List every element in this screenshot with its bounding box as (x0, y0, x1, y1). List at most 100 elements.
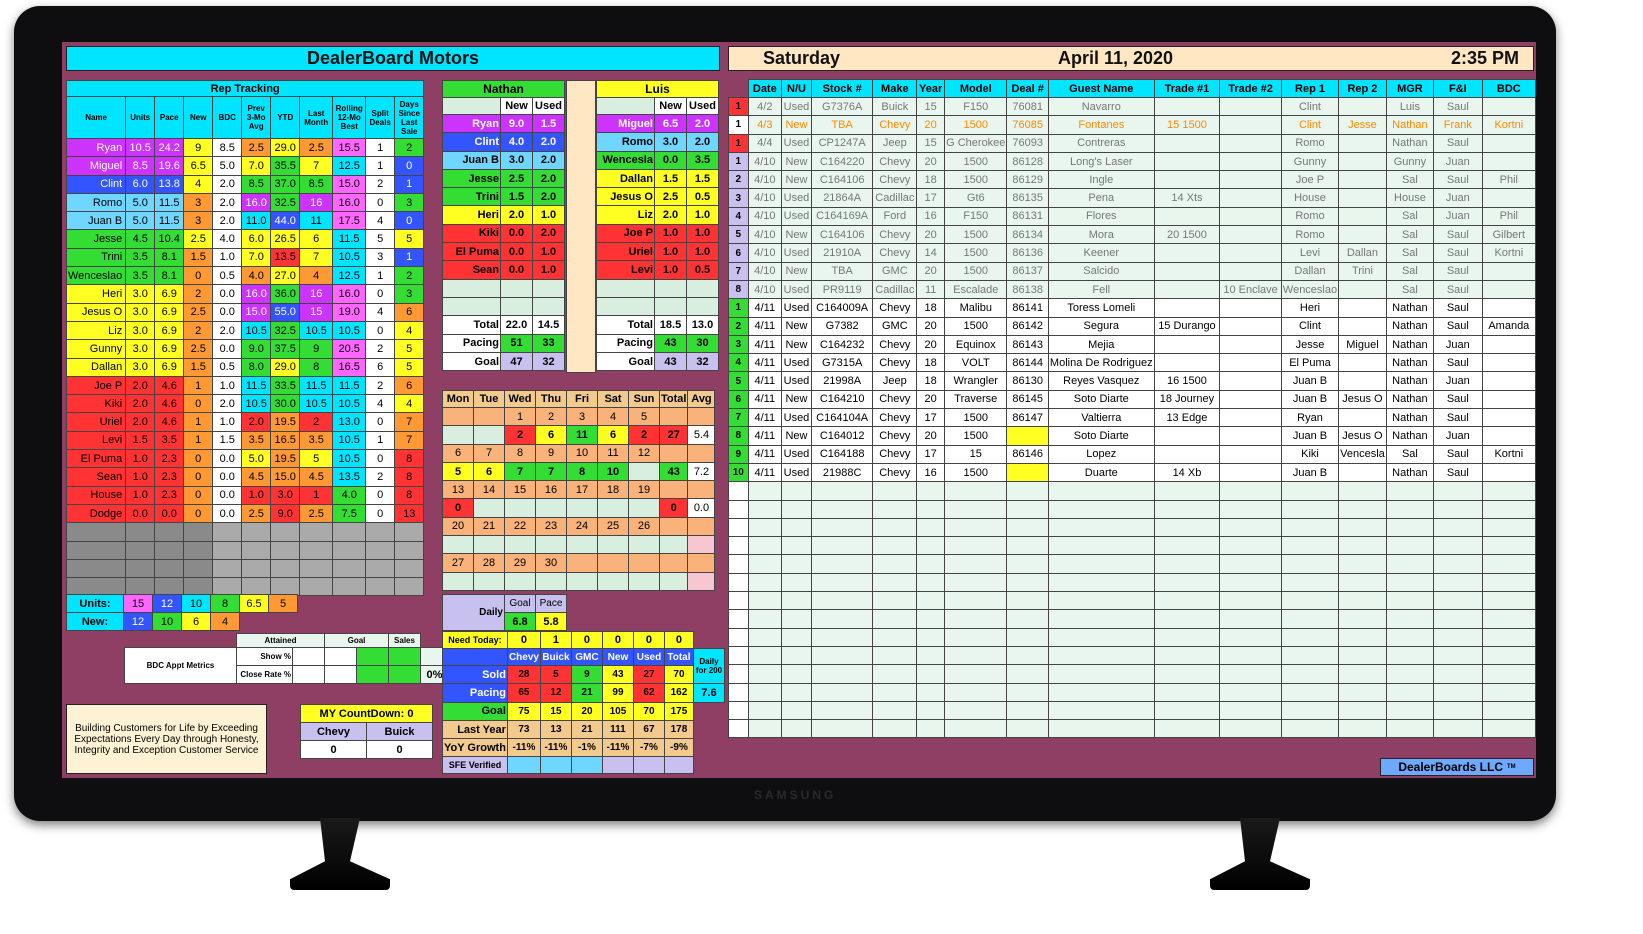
monitor-stand-right (1210, 818, 1310, 890)
deal-number: 1 (728, 133, 749, 153)
rep-stat: 3.5 (154, 430, 185, 451)
empty-cell (781, 517, 812, 538)
brand-stat: 20 (570, 701, 603, 721)
deal-cell: Kiki (1280, 444, 1340, 464)
need-today-value: 0 (601, 631, 634, 649)
footer-brand: DealerBoards LLC (1398, 760, 1504, 774)
rep-stat: 6 (394, 302, 425, 322)
team-rep-used: 0.5 (686, 260, 719, 280)
team-rep-name: Romo (596, 132, 655, 152)
deal-cell (1481, 133, 1536, 153)
team-rep-new: 0.0 (500, 242, 533, 262)
deal-cell: 76085 (1006, 115, 1049, 135)
team-rep-new: 2.0 (654, 205, 687, 225)
brand-col-header: Total (663, 648, 694, 666)
deal-cell: Saul (1433, 133, 1483, 153)
brand-stat: 175 (663, 701, 694, 721)
column-header: New (183, 96, 214, 139)
rep-stat: 4.0 (241, 266, 272, 286)
team-rep-used: 2.0 (532, 132, 565, 152)
deal-cell: Jesse (1280, 334, 1340, 355)
column-header: Split Deals (365, 96, 396, 139)
rep-stat: 2 (299, 412, 334, 432)
deal-cell (1481, 462, 1536, 483)
empty-cell (944, 700, 1008, 721)
units-value: 8 (210, 594, 240, 613)
team-col: New (654, 97, 687, 115)
empty-cell (944, 572, 1008, 593)
table-row: Levi 1.0 0.5 (596, 260, 719, 280)
calendar-date: 8 (504, 443, 536, 463)
deal-number: 2 (728, 170, 749, 190)
empty-cell (1006, 591, 1049, 611)
footer-brand-box: DealerBoards LLC TM (1380, 758, 1534, 776)
deal-cell: 86146 (1006, 444, 1049, 464)
empty-cell (872, 609, 918, 629)
empty-cell (1219, 572, 1282, 593)
rep-stat: 19.0 (332, 302, 367, 322)
team-total-new: 18.5 (654, 315, 687, 335)
need-today-value: 0 (632, 631, 665, 649)
calendar-date: 25 (597, 516, 629, 537)
deal-cell: Fontanes (1047, 115, 1155, 135)
deal-cell: Used (781, 279, 812, 300)
calendar-week-avg (687, 535, 716, 555)
rep-stat: 13.5 (332, 467, 367, 487)
empty-cell (1219, 591, 1282, 611)
rep-stat: 15.5 (332, 137, 367, 158)
team-rep-used: 2.0 (532, 187, 565, 207)
empty-cell (442, 296, 501, 317)
rep-stat: 4 (394, 320, 425, 341)
rep-stat: 2.5 (183, 302, 214, 322)
deal-cell: Jesus O (1338, 389, 1387, 410)
calendar-date: 2 (535, 406, 567, 427)
deal-log-table: Date N/U Stock # Make Year Model Deal # Guest N… (728, 79, 1536, 739)
rep-stat: 2.5 (241, 137, 272, 158)
empty-cell (916, 664, 946, 684)
team-total-used: 13.0 (686, 315, 719, 335)
deal-cell: Saul (1433, 389, 1483, 410)
calendar-sales: 6 (597, 425, 629, 445)
deal-cell: 1500 (944, 261, 1008, 281)
deal-cell: Saul (1433, 462, 1483, 483)
rep-name: Miguel (65, 156, 127, 176)
deal-cell: Nathan (1385, 115, 1435, 135)
empty-cell (872, 572, 918, 593)
rep-stat: 4.0 (212, 229, 243, 249)
deal-cell (1219, 133, 1282, 153)
rep-stat: 5.0 (241, 449, 272, 469)
rep-stat: 2 (183, 320, 214, 341)
empty-cell (747, 554, 783, 574)
empty-cell (1481, 481, 1536, 501)
deal-cell (1481, 371, 1536, 391)
deal-cell: C164169A (810, 206, 874, 227)
calendar-date: 27 (442, 553, 474, 573)
deal-cell: 21910A (810, 243, 874, 263)
rep-stat: 11.5 (241, 375, 272, 396)
table-row: Total 18.5 13.0 (596, 315, 719, 335)
rep-name: Clint (65, 174, 127, 194)
rep-stat: 5 (394, 229, 425, 249)
empty-cell (944, 536, 1008, 556)
brand-stat: 13 (539, 719, 572, 740)
calendar-date (473, 406, 505, 427)
empty-cell (1433, 682, 1483, 702)
deal-cell: Chevy (872, 334, 918, 355)
calendar-sales (628, 571, 660, 591)
deal-cell: Used (781, 96, 812, 117)
table-row: 00 (300, 740, 433, 759)
rep-stat: 2 (183, 284, 214, 304)
empty-cell (1385, 664, 1435, 684)
team-rep-used: 1.5 (532, 113, 565, 134)
deal-cell (1219, 389, 1282, 410)
rep-stat: 16 (299, 192, 334, 213)
empty-cell (332, 522, 367, 542)
deal-cell: 15 (944, 444, 1008, 464)
rep-stat: 0 (365, 449, 396, 469)
rep-name: Levi (65, 430, 127, 451)
empty-cell (1338, 536, 1387, 556)
table-row: 2 4/11 New G7382 GMC 20 1500 86142 Segura 15 Dura… (728, 316, 1536, 336)
rep-stat: 8.5 (125, 156, 156, 176)
table-row: Chevy Buick (300, 722, 433, 741)
empty-cell (728, 627, 749, 647)
